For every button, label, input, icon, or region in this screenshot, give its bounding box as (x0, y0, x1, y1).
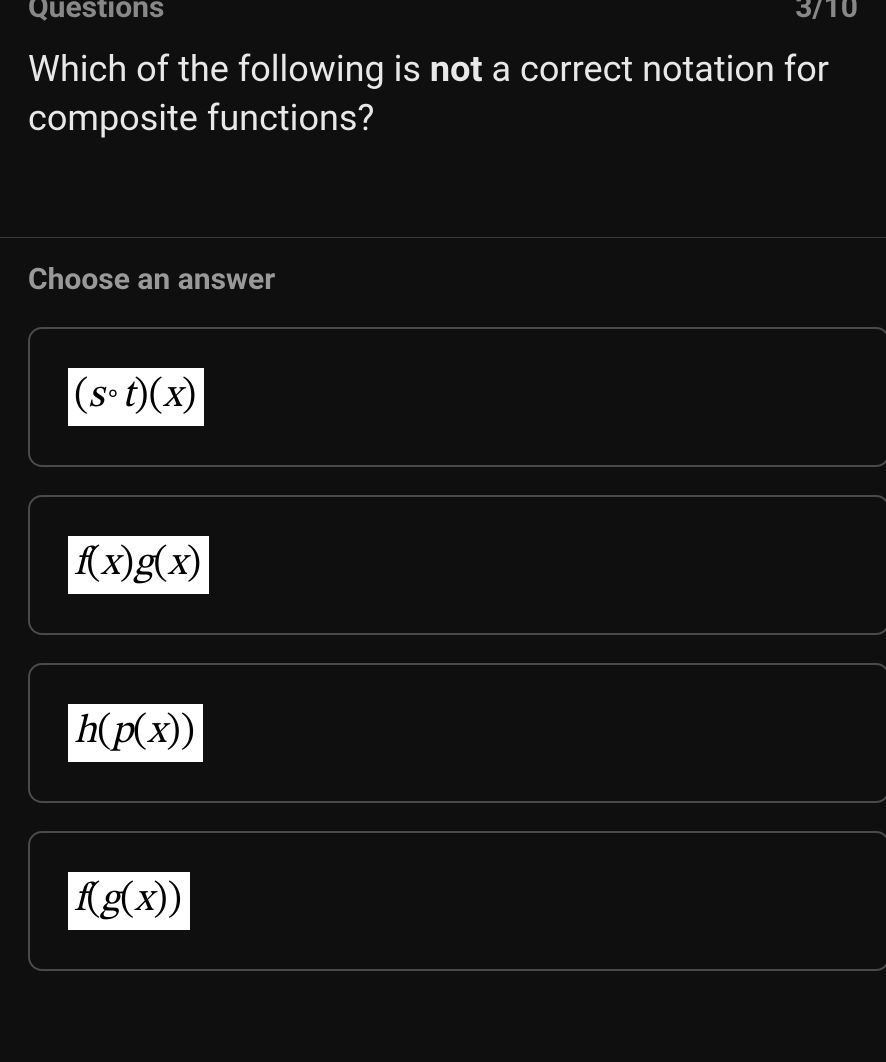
answers-list: (s∘t)(x) f(x)g(x) h(p(x)) f(g(x)) (0, 297, 886, 971)
answer-option[interactable]: f(x)g(x) (28, 495, 886, 635)
header-row: Questions 3/10 (0, 0, 886, 25)
answer-formula: (s∘t)(x) (68, 368, 204, 426)
question-prefix: Which of the following is (28, 48, 430, 90)
answer-formula: f(g(x)) (68, 872, 190, 930)
answer-option[interactable]: (s∘t)(x) (28, 327, 886, 467)
answer-formula: h(p(x)) (68, 704, 203, 762)
answer-option[interactable]: f(g(x)) (28, 831, 886, 971)
choose-answer-label: Choose an answer (0, 238, 886, 297)
questions-label: Questions (28, 0, 164, 25)
question-progress: 3/10 (795, 0, 858, 25)
question-text: Which of the following is not a correct … (0, 25, 886, 142)
question-emph: not (430, 48, 483, 90)
answer-option[interactable]: h(p(x)) (28, 663, 886, 803)
answer-formula: f(x)g(x) (68, 536, 209, 594)
